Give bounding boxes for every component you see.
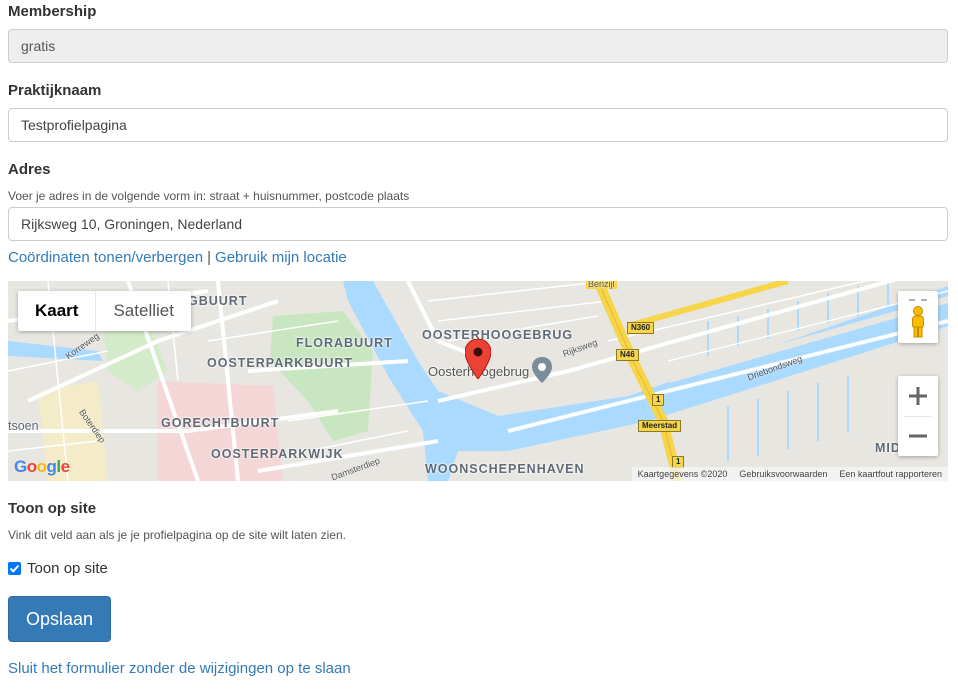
membership-field: gratis [8,29,948,63]
toggle-coordinates-link[interactable]: Coördinaten tonen/verbergen [8,249,203,266]
map-label-gbuurt: GBUURT [188,294,248,308]
map-report-error-link[interactable]: Een kaartfout rapporteren [839,467,942,481]
use-my-location-link[interactable]: Gebruik mijn locatie [215,249,347,266]
toon-checkbox-row: Toon op site [8,560,108,577]
map-terms-link[interactable]: Gebruiksvoorwaarden [739,467,827,481]
map-type-control: Kaart Satelliet [18,291,191,331]
praktijknaam-label: Praktijknaam [8,82,102,99]
checkmark-icon [9,564,20,573]
map-pin-icon[interactable] [465,339,491,379]
save-button[interactable]: Opslaan [8,596,111,642]
map-label-oosterparkbuurt: OOSTERPARKBUURT [207,356,354,370]
map-label-gorechtbuurt: GORECHTBUURT [161,416,280,430]
map-label-tsoen: tsoen [8,419,39,433]
street-view-button[interactable] [898,291,938,343]
place-poi-icon [532,357,552,383]
zoom-in-button[interactable] [898,376,938,416]
toon-checkbox-label[interactable]: Toon op site [27,560,108,577]
plus-icon [909,387,927,405]
close-without-saving-link[interactable]: Sluit het formulier zonder de wijziginge… [8,660,351,677]
road-shield-n46: N46 [616,349,639,361]
map-data-credit: Kaartgegevens ©2020 [637,469,728,479]
pegman-icon [909,299,927,338]
map-label-woonschepenhaven: WOONSCHEPENHAVEN [425,462,585,476]
map-attribution: Kaartgegevens ©2020 Gebruiksvoorwaarden … [631,467,948,481]
praktijknaam-input[interactable]: Testprofielpagina [8,108,948,142]
adres-input[interactable]: Rijksweg 10, Groningen, Nederland [8,207,948,241]
map-label-florabuurt: FLORABUURT [296,336,393,350]
membership-label: Membership [8,3,97,20]
zoom-control [898,376,938,456]
map-label-oosterparkwijk: OOSTERPARKWIJK [211,447,344,461]
minus-icon [909,434,927,438]
road-shield-n360: N360 [627,322,655,334]
adres-links: Coördinaten tonen/verbergen | Gebruik mijn… [8,249,347,266]
link-separator: | [207,249,212,266]
toon-label: Toon op site [8,500,97,517]
adres-help-text: Voer je adres in de volgende vorm in: st… [8,189,410,203]
map[interactable]: GBUURT FLORABUURT OOSTERPARKBUURT OOSTER… [8,281,948,481]
google-logo[interactable]: Google [14,457,70,477]
map-type-kaart-button[interactable]: Kaart [18,291,95,331]
zoom-out-button[interactable] [898,416,938,456]
map-label-oosterhoogebrug: OOSTERHOOGEBRUG [422,328,574,342]
road-shield-1a: 1 [652,394,665,406]
map-type-satelliet-button[interactable]: Satelliet [95,291,190,331]
toon-help-text: Vink dit veld aan als je je profielpagin… [8,528,346,542]
road-shield-meerstad: Meerstad [638,420,682,432]
adres-label: Adres [8,161,51,178]
street-benzijl: Benzijl [586,281,617,289]
zoom-divider [904,416,932,417]
toon-checkbox[interactable] [8,562,21,575]
